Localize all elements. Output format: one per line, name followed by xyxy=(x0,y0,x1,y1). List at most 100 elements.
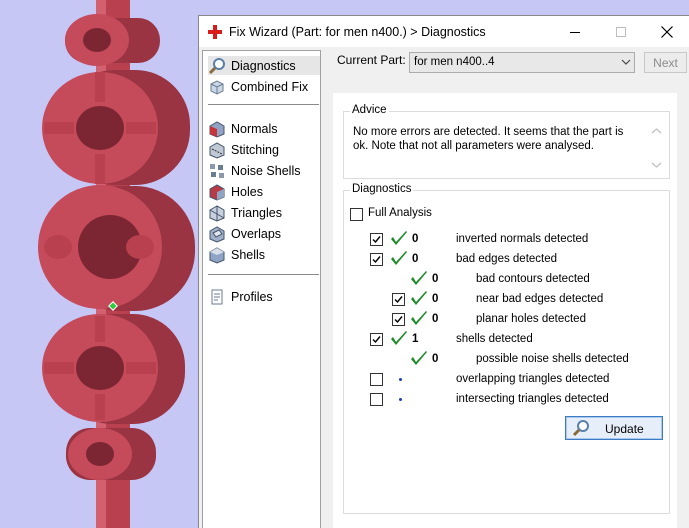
update-button-label: Update xyxy=(605,422,644,436)
noise-shells-count: 0 xyxy=(432,353,439,365)
normals-icon xyxy=(209,120,225,138)
near-bad-edges-checkbox[interactable] xyxy=(392,293,405,306)
magnifier-icon xyxy=(208,57,225,74)
sidebar-divider xyxy=(208,104,319,105)
title-bar: Fix Wizard (Part: for men n400.) > Diagn… xyxy=(199,16,689,47)
update-button[interactable]: Update xyxy=(565,416,663,440)
sidebar-item-noise-shells[interactable]: Noise Shells xyxy=(208,161,300,180)
noise-shells-icon xyxy=(210,163,224,178)
near-bad-edges-count: 0 xyxy=(432,293,439,305)
sidebar-item-combined-fix[interactable]: Combined Fix xyxy=(208,77,308,96)
close-icon xyxy=(661,25,673,38)
ok-check-icon xyxy=(391,231,407,245)
advice-title: Advice xyxy=(350,104,389,116)
next-button[interactable]: Next xyxy=(644,52,687,73)
overlaps-icon xyxy=(209,225,225,243)
diagnostics-group: Diagnostics Full Analysis 0 inverted nor… xyxy=(343,183,670,514)
intersecting-triangles-label: intersecting triangles detected xyxy=(456,393,609,405)
sidebar-item-label: Triangles xyxy=(231,205,282,220)
checkmark-icon xyxy=(372,236,381,244)
ok-check-icon xyxy=(391,251,407,265)
sidebar-item-normals[interactable]: Normals xyxy=(208,119,278,138)
window-title: Fix Wizard (Part: for men n400.) > Diagn… xyxy=(229,25,486,39)
sidebar-item-label: Combined Fix xyxy=(231,79,309,94)
near-bad-edges-label: near bad edges detected xyxy=(476,293,604,305)
diagnostics-title: Diagnostics xyxy=(350,183,414,195)
sidebar-item-shells[interactable]: Shells xyxy=(208,245,265,264)
advice-scrollbar[interactable] xyxy=(648,125,665,171)
sidebar-item-label: Overlaps xyxy=(231,226,282,241)
pending-dot-icon xyxy=(399,398,402,401)
sidebar-item-label: Noise Shells xyxy=(231,163,301,178)
sidebar-item-label: Stitching xyxy=(231,142,279,157)
checkmark-icon xyxy=(372,336,381,344)
chevron-down-icon xyxy=(621,59,631,65)
red-cross-icon xyxy=(208,25,222,39)
bad-edges-checkbox[interactable] xyxy=(370,253,383,266)
sidebar-item-overlaps[interactable]: Overlaps xyxy=(208,224,281,243)
noise-shells-label: possible noise shells detected xyxy=(476,353,629,365)
sidebar-item-label: Normals xyxy=(231,121,278,136)
ok-check-icon xyxy=(411,311,427,325)
overlapping-triangles-label: overlapping triangles detected xyxy=(456,373,610,385)
overlapping-triangles-checkbox[interactable] xyxy=(370,373,383,386)
sidebar-item-holes[interactable]: Holes xyxy=(208,182,263,201)
inverted-normals-label: inverted normals detected xyxy=(456,233,589,245)
inverted-normals-checkbox[interactable] xyxy=(370,233,383,246)
sidebar-item-label: Shells xyxy=(231,247,266,262)
minimize-icon xyxy=(570,31,580,33)
intersecting-triangles-checkbox[interactable] xyxy=(370,393,383,406)
sidebar-item-diagnostics[interactable]: Diagnostics xyxy=(208,56,320,75)
sidebar-divider xyxy=(208,274,319,275)
close-button[interactable] xyxy=(644,16,689,47)
3d-viewport[interactable] xyxy=(0,0,200,528)
current-part-select[interactable]: for men n400..4 xyxy=(409,52,635,73)
sidebar-item-label: Diagnostics xyxy=(231,58,296,73)
magnifier-icon xyxy=(572,420,589,437)
checkmark-icon xyxy=(394,296,403,304)
main-panel: Current Part: for men n400..4 Next Advic… xyxy=(325,47,689,528)
full-analysis-label: Full Analysis xyxy=(368,207,432,219)
advice-text: No more errors are detected. It seems th… xyxy=(353,126,624,152)
planar-holes-count: 0 xyxy=(432,313,439,325)
maximize-icon xyxy=(616,26,626,37)
triangles-icon xyxy=(209,204,225,222)
stitching-icon xyxy=(209,141,225,159)
wizard-sidebar: Diagnostics Combined Fix Normals Stitchi… xyxy=(202,50,321,528)
holes-icon xyxy=(209,183,225,201)
ok-check-icon xyxy=(411,271,427,285)
sidebar-item-label: Profiles xyxy=(231,289,273,304)
sidebar-item-stitching[interactable]: Stitching xyxy=(208,140,279,159)
shells-icon xyxy=(209,246,225,264)
sidebar-item-triangles[interactable]: Triangles xyxy=(208,203,282,222)
current-part-label: Current Part: xyxy=(337,53,406,67)
ok-check-icon xyxy=(391,331,407,345)
planar-holes-label: planar holes detected xyxy=(476,313,586,325)
part-model xyxy=(38,0,195,528)
profiles-icon xyxy=(211,289,223,304)
pending-dot-icon xyxy=(399,378,402,381)
advice-group: Advice No more errors are detected. It s… xyxy=(343,104,670,179)
full-analysis-checkbox[interactable] xyxy=(350,208,363,221)
sidebar-item-profiles[interactable]: Profiles xyxy=(208,287,273,306)
content-area: Advice No more errors are detected. It s… xyxy=(333,93,677,528)
part-select-value: for men n400..4 xyxy=(414,56,495,68)
planar-holes-checkbox[interactable] xyxy=(392,313,405,326)
bad-contours-count: 0 xyxy=(432,273,439,285)
ok-check-icon xyxy=(411,351,427,365)
maximize-button[interactable] xyxy=(598,16,644,47)
ok-check-icon xyxy=(411,291,427,305)
checkmark-icon xyxy=(394,316,403,324)
cube-icon xyxy=(210,79,224,95)
bad-contours-label: bad contours detected xyxy=(476,273,590,285)
checkmark-icon xyxy=(372,256,381,264)
bad-edges-label: bad edges detected xyxy=(456,253,558,265)
inverted-normals-count: 0 xyxy=(412,233,419,245)
minimize-button[interactable] xyxy=(552,16,598,47)
shells-checkbox[interactable] xyxy=(370,333,383,346)
sidebar-item-label: Holes xyxy=(231,184,263,199)
shells-count: 1 xyxy=(412,333,419,345)
fix-wizard-dialog: Fix Wizard (Part: for men n400.) > Diagn… xyxy=(198,15,689,528)
bad-edges-count: 0 xyxy=(412,253,419,265)
shells-label: shells detected xyxy=(456,333,533,345)
